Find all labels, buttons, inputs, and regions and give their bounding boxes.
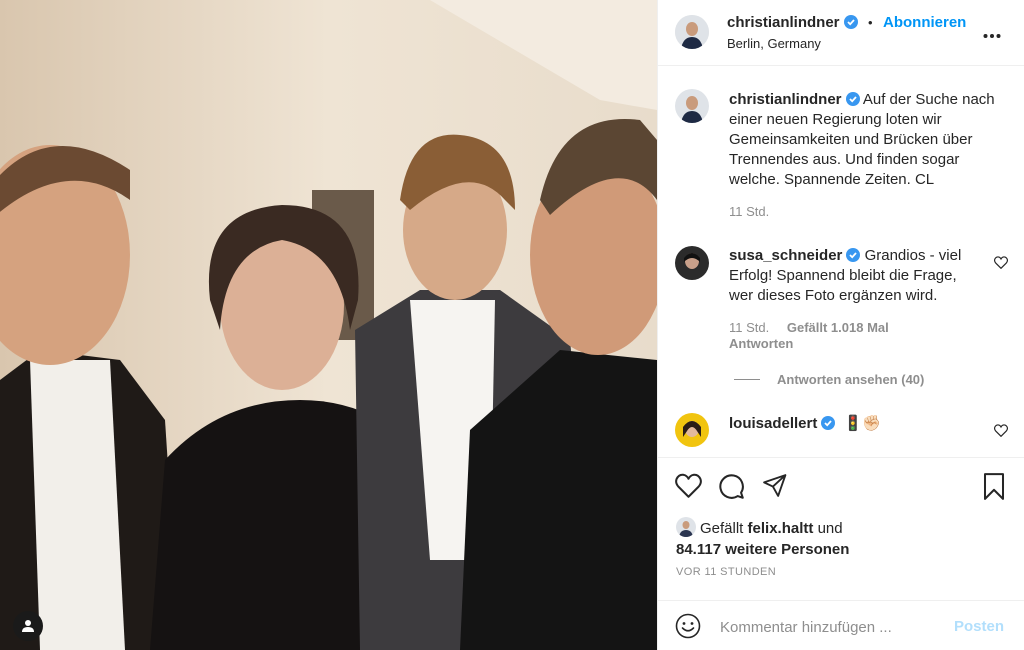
caption-avatar[interactable]	[675, 89, 709, 123]
comment-username[interactable]: louisadellert	[729, 415, 817, 432]
post-timestamp[interactable]: VOR 11 STUNDEN	[676, 566, 776, 578]
comment-username[interactable]: susa_schneider	[729, 247, 842, 264]
post-comment-button[interactable]: Posten	[954, 618, 1004, 635]
comment-item: susa_schneider Grandios - viel Erfolg! S…	[729, 246, 984, 306]
comment-avatar[interactable]	[675, 413, 709, 447]
avatar-image	[675, 413, 709, 447]
comment-likes[interactable]: Gefällt 1.018 Mal	[787, 320, 889, 335]
caption: christianlindner Auf der Suche nach eine…	[729, 90, 1009, 190]
caption-username[interactable]: christianlindner	[729, 91, 842, 108]
group-photo-illustration	[0, 0, 657, 650]
verified-badge-icon	[846, 248, 861, 262]
caption-time[interactable]: 11 Std.	[729, 204, 769, 219]
liker-avatar[interactable]	[676, 517, 696, 537]
avatar-image	[676, 517, 696, 537]
comment-input[interactable]	[718, 615, 952, 639]
likes-summary: Gefällt felix.haltt und 84.117 weitere P…	[676, 517, 849, 560]
liker-username[interactable]: felix.haltt	[748, 520, 814, 537]
likes-prefix: Gefällt	[700, 520, 744, 537]
post-header: christianlindner • Abonnieren Berlin, Ge…	[658, 0, 1024, 66]
replies-divider	[734, 379, 760, 380]
comment-text: 🚦✊🏻	[843, 415, 881, 432]
verified-badge-icon	[821, 416, 836, 430]
more-dots-icon	[983, 34, 1001, 38]
comment-avatar[interactable]	[675, 246, 709, 280]
tagged-users-button[interactable]	[13, 611, 43, 641]
comment-icon[interactable]	[718, 473, 745, 500]
avatar-image	[675, 246, 709, 280]
user-icon	[22, 620, 34, 632]
comment-like-icon[interactable]	[994, 424, 1008, 437]
follow-button[interactable]: Abonnieren	[883, 14, 966, 31]
reply-label: Antworten	[729, 336, 794, 351]
post-side-panel: christianlindner • Abonnieren Berlin, Ge…	[657, 0, 1024, 650]
more-options-button[interactable]	[983, 22, 1001, 45]
bookmark-icon[interactable]	[982, 473, 1006, 500]
view-replies-label: Antworten ansehen (40)	[777, 372, 925, 387]
post-location[interactable]: Berlin, Germany	[727, 36, 821, 51]
comment-meta: 11 Std. Gefällt 1.018 Mal	[729, 320, 889, 335]
comment-time[interactable]: 11 Std.	[729, 320, 769, 335]
post-actions	[658, 457, 1024, 517]
author-avatar[interactable]	[675, 15, 709, 49]
comments-list[interactable]: christianlindner Auf der Suche nach eine…	[658, 66, 1024, 457]
post-photo[interactable]	[0, 0, 657, 650]
comment-item: louisadellert 🚦✊🏻	[729, 414, 984, 434]
author-username[interactable]: christianlindner	[727, 14, 840, 31]
add-comment-bar: Posten	[658, 600, 1024, 650]
likes-count[interactable]: 84.117 weitere Personen	[676, 541, 849, 558]
heart-icon[interactable]	[675, 473, 702, 498]
reply-button[interactable]: Antworten	[729, 336, 793, 351]
view-replies-button[interactable]: Antworten ansehen (40)	[777, 372, 924, 387]
verified-badge-icon	[845, 92, 860, 106]
verified-badge-icon	[843, 15, 858, 29]
header-separator: •	[867, 15, 873, 30]
avatar-image	[675, 15, 709, 49]
likes-middle: und	[817, 520, 843, 537]
comment-like-icon[interactable]	[994, 256, 1008, 269]
avatar-image	[675, 89, 709, 123]
share-icon[interactable]	[762, 473, 788, 498]
emoji-icon[interactable]	[675, 613, 701, 639]
